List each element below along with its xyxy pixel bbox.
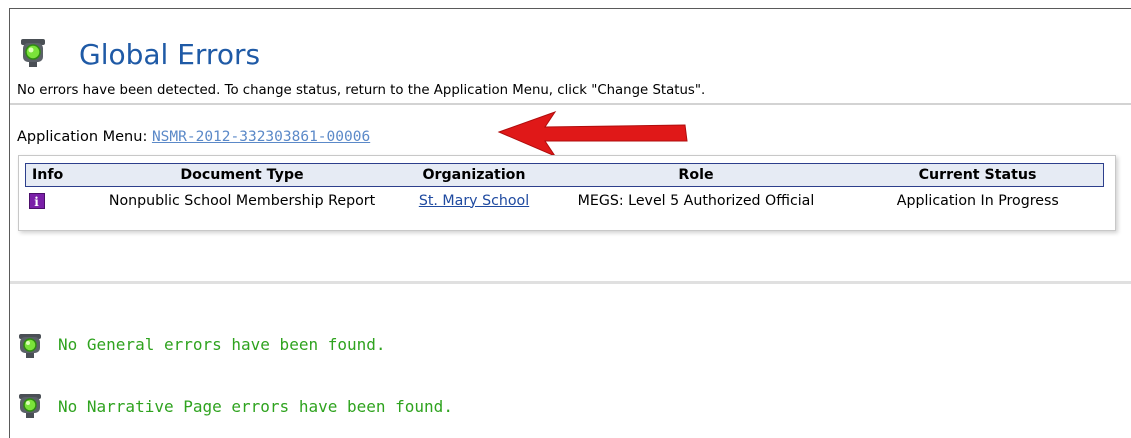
application-menu-label: Application Menu: xyxy=(17,129,148,145)
column-header-organization: Organization xyxy=(408,163,540,187)
narrative-errors-message: No Narrative Page errors have been found… xyxy=(58,397,453,416)
info-icon[interactable]: i xyxy=(28,192,45,209)
column-header-info: Info xyxy=(25,163,76,187)
role-cell: MEGS: Level 5 Authorized Official xyxy=(577,192,815,209)
column-header-document-type: Document Type xyxy=(76,163,408,187)
general-errors-message: No General errors have been found. xyxy=(58,335,386,354)
traffic-light-icon xyxy=(21,39,45,67)
red-arrow-icon xyxy=(497,111,688,158)
documents-table: Info Document Type Organization Role Cur… xyxy=(25,163,1104,214)
divider xyxy=(10,281,1131,284)
traffic-light-icon xyxy=(19,394,41,418)
status-description: No errors have been detected. To change … xyxy=(17,83,706,98)
table-row: i Nonpublic School Membership Report St.… xyxy=(26,187,1104,215)
application-panel: Info Document Type Organization Role Cur… xyxy=(18,155,1116,231)
current-status-cell: Application In Progress xyxy=(896,192,1059,209)
application-menu-link[interactable]: NSMR-2012-332303861-00006 xyxy=(152,129,370,145)
organization-link[interactable]: St. Mary School xyxy=(419,193,529,209)
application-menu-row: Application Menu: NSMR-2012-332303861-00… xyxy=(17,127,370,147)
column-header-role: Role xyxy=(540,163,852,187)
info-cell: i xyxy=(26,187,77,215)
column-header-current-status: Current Status xyxy=(852,163,1104,187)
divider xyxy=(10,103,1131,105)
traffic-light-icon xyxy=(19,334,41,358)
organization-cell: St. Mary School xyxy=(408,187,540,215)
document-type-cell: Nonpublic School Membership Report xyxy=(108,192,376,209)
table-header-row: Info Document Type Organization Role Cur… xyxy=(25,163,1104,187)
page-title: Global Errors xyxy=(79,38,261,71)
